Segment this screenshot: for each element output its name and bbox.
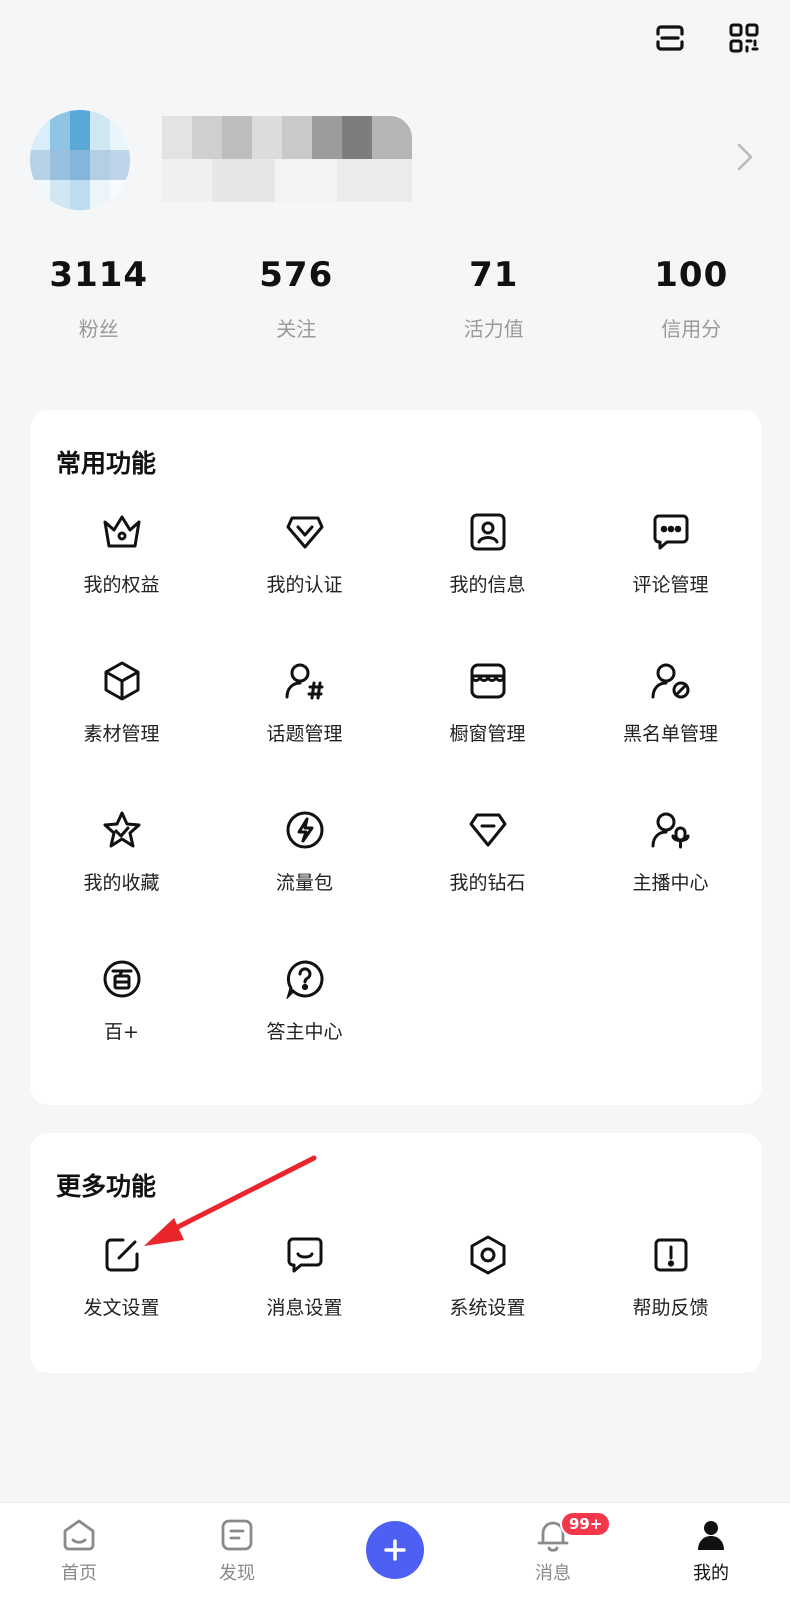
stat-label: 关注 (276, 317, 317, 341)
menu-item-label: 百+ (104, 1021, 139, 1043)
menu-item-label: 话题管理 (266, 723, 343, 745)
tab-label: 我的 (693, 1563, 729, 1584)
menu-item-post-settings[interactable]: 发文设置 (30, 1233, 213, 1343)
menu-item-label: 帮助反馈 (632, 1297, 709, 1319)
menu-item-label: 主播中心 (632, 872, 709, 894)
notification-badge: 99+ (560, 1511, 612, 1537)
menu-item-bai-plus[interactable]: 百+ (30, 957, 213, 1106)
menu-item-message-settings[interactable]: 消息设置 (213, 1233, 396, 1343)
menu-item-my-info[interactable]: 我的信息 (396, 510, 579, 659)
menu-item-my-certification[interactable]: 我的认证 (213, 510, 396, 659)
menu-item-traffic-package[interactable]: 流量包 (213, 808, 396, 957)
question-icon (283, 957, 327, 1001)
username-redacted (162, 116, 412, 202)
scan-icon[interactable] (650, 18, 690, 58)
profile-header[interactable] (30, 110, 760, 220)
menu-item-topic-management[interactable]: 话题管理 (213, 659, 396, 808)
more-functions-card: 更多功能 发文设置 消息设置 系统设置 帮助反馈 (30, 1133, 762, 1373)
menu-item-blacklist-management[interactable]: 黑名单管理 (579, 659, 762, 808)
tab-publish[interactable] (316, 1503, 474, 1600)
bai-plus-icon (100, 957, 144, 1001)
menu-item-my-favorites[interactable]: 我的收藏 (30, 808, 213, 957)
storefront-icon (466, 659, 510, 703)
stat-credit[interactable]: 100 信用分 (593, 255, 790, 342)
menu-item-label: 流量包 (275, 872, 333, 894)
stat-label: 活力值 (463, 317, 524, 341)
chevron-right-icon[interactable] (736, 142, 754, 176)
menu-item-label: 我的认证 (266, 574, 343, 596)
menu-item-label: 我的收藏 (83, 872, 160, 894)
user-icon (698, 1521, 724, 1550)
bottom-tab-bar: 首页 发现 99+ 消息 我的 (0, 1502, 790, 1600)
stat-value: 71 (469, 255, 519, 295)
stat-label: 信用分 (661, 317, 722, 341)
menu-item-label: 我的信息 (449, 574, 526, 596)
menu-item-label: 发文设置 (83, 1297, 160, 1319)
menu-item-label: 系统设置 (449, 1297, 526, 1319)
menu-item-help-feedback[interactable]: 帮助反馈 (579, 1233, 762, 1343)
top-bar (650, 18, 764, 58)
user-block-icon (649, 659, 693, 703)
crown-icon (100, 510, 144, 554)
menu-item-comment-management[interactable]: 评论管理 (579, 510, 762, 659)
user-mic-icon (649, 808, 693, 852)
menu-item-material-management[interactable]: 素材管理 (30, 659, 213, 808)
menu-item-my-benefits[interactable]: 我的权益 (30, 510, 213, 659)
menu-item-label: 我的权益 (83, 574, 160, 596)
menu-item-showcase-management[interactable]: 橱窗管理 (396, 659, 579, 808)
badge-heart-icon (283, 510, 327, 554)
star-icon (100, 808, 144, 852)
tab-messages[interactable]: 99+ 消息 (474, 1503, 632, 1600)
menu-item-label: 评论管理 (632, 574, 709, 596)
stats-row: 3114 粉丝 576 关注 71 活力值 100 信用分 (0, 255, 790, 342)
user-hashtag-icon (283, 659, 327, 703)
stat-value: 576 (259, 255, 334, 295)
common-functions-card: 常用功能 我的权益 我的认证 我的信息 评论管理 素材管理 话题管理 橱窗管理 … (30, 410, 762, 1105)
tab-label: 发现 (219, 1563, 255, 1584)
stat-fans[interactable]: 3114 粉丝 (0, 255, 198, 342)
menu-item-streamer-center[interactable]: 主播中心 (579, 808, 762, 957)
edit-icon (100, 1233, 144, 1277)
menu-item-label: 我的钻石 (449, 872, 526, 894)
tab-home[interactable]: 首页 (0, 1503, 158, 1600)
stat-value: 3114 (49, 255, 149, 295)
section-title: 常用功能 (56, 449, 157, 478)
plus-icon (384, 1539, 406, 1561)
discover-icon (221, 1519, 253, 1551)
menu-item-answerer-center[interactable]: 答主中心 (213, 957, 396, 1106)
stat-vitality[interactable]: 71 活力值 (395, 255, 593, 342)
comment-icon (649, 510, 693, 554)
avatar[interactable] (30, 110, 130, 210)
cube-icon (100, 659, 144, 703)
tab-label: 首页 (61, 1563, 97, 1584)
menu-item-system-settings[interactable]: 系统设置 (396, 1233, 579, 1343)
diamond-icon (466, 808, 510, 852)
menu-item-my-diamonds[interactable]: 我的钻石 (396, 808, 579, 957)
stat-value: 100 (654, 255, 729, 295)
profile-card-icon (466, 510, 510, 554)
feedback-icon (649, 1233, 693, 1277)
tab-label: 消息 (535, 1563, 571, 1584)
publish-button[interactable] (366, 1521, 424, 1579)
tab-me[interactable]: 我的 (632, 1503, 790, 1600)
section-title: 更多功能 (56, 1172, 157, 1201)
menu-item-label: 答主中心 (266, 1021, 343, 1043)
menu-item-label: 素材管理 (83, 723, 160, 745)
settings-hex-icon (466, 1233, 510, 1277)
menu-item-label: 黑名单管理 (622, 723, 718, 745)
menu-item-label: 橱窗管理 (449, 723, 526, 745)
tab-discover[interactable]: 发现 (158, 1503, 316, 1600)
qr-code-icon[interactable] (724, 18, 764, 58)
more-functions-grid: 发文设置 消息设置 系统设置 帮助反馈 (30, 1233, 762, 1343)
stat-label: 粉丝 (78, 317, 119, 341)
menu-item-label: 消息设置 (266, 1297, 343, 1319)
home-icon (63, 1519, 95, 1551)
lightning-icon (283, 808, 327, 852)
message-icon (283, 1233, 327, 1277)
common-functions-grid: 我的权益 我的认证 我的信息 评论管理 素材管理 话题管理 橱窗管理 黑名单管理… (30, 510, 762, 1106)
stat-following[interactable]: 576 关注 (198, 255, 396, 342)
